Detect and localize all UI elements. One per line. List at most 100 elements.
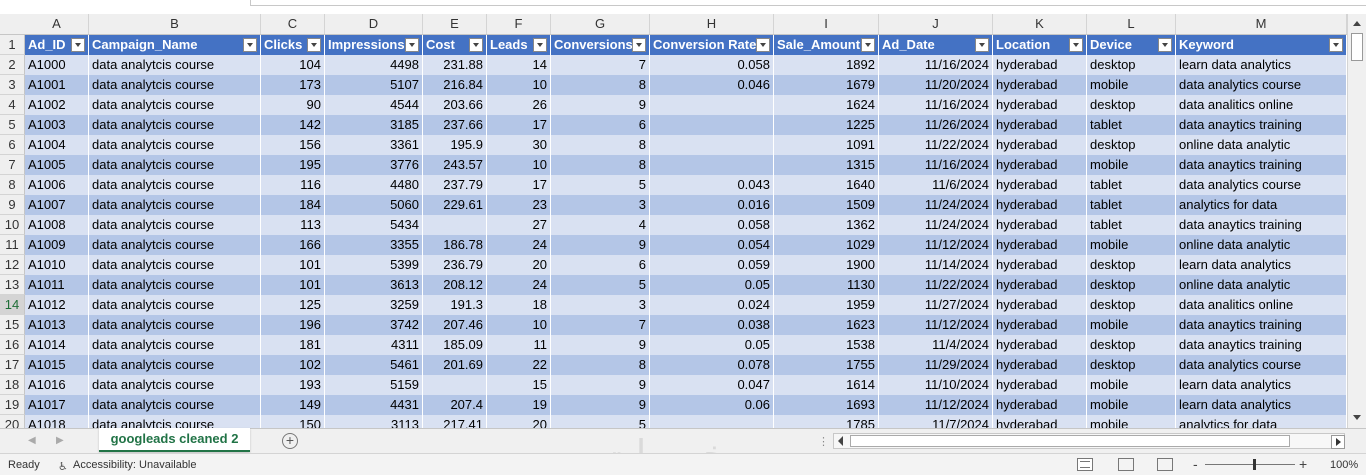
table-cell[interactable]: desktop	[1087, 355, 1176, 375]
table-cell[interactable]: 11/14/2024	[879, 255, 993, 275]
table-cell[interactable]: hyderabad	[993, 55, 1087, 75]
filter-dropdown-icon[interactable]	[533, 38, 547, 52]
scroll-up-arrow-icon[interactable]	[1349, 16, 1365, 32]
table-cell[interactable]: 30	[487, 135, 551, 155]
row-header[interactable]: 15	[0, 315, 25, 335]
table-cell[interactable]: 1362	[774, 215, 879, 235]
table-cell[interactable]: 11/16/2024	[879, 95, 993, 115]
table-cell[interactable]: 104	[261, 55, 325, 75]
table-cell[interactable]: 4498	[325, 55, 423, 75]
table-cell[interactable]: 208.12	[423, 275, 487, 295]
table-cell[interactable]: 116	[261, 175, 325, 195]
tab-scroll-right-icon[interactable]: ▶	[56, 435, 64, 446]
table-cell[interactable]: 6	[551, 255, 650, 275]
table-cell[interactable]: data analytcis course	[89, 135, 261, 155]
table-cell[interactable]: 17	[487, 175, 551, 195]
scroll-down-arrow-icon[interactable]	[1349, 410, 1365, 426]
table-cell[interactable]: 1225	[774, 115, 879, 135]
table-cell[interactable]: A1007	[25, 195, 89, 215]
table-cell[interactable]: 0.058	[650, 55, 774, 75]
table-cell[interactable]: data analytcis course	[89, 195, 261, 215]
table-cell[interactable]: 4	[551, 215, 650, 235]
table-cell[interactable]: hyderabad	[993, 155, 1087, 175]
table-cell[interactable]: 217.41	[423, 415, 487, 428]
table-cell[interactable]: mobile	[1087, 235, 1176, 255]
column-header-a[interactable]: A	[25, 14, 89, 34]
table-cell[interactable]: 0.038	[650, 315, 774, 335]
table-cell[interactable]: data analytcis course	[89, 95, 261, 115]
table-cell[interactable]: 0.05	[650, 275, 774, 295]
table-cell[interactable]: mobile	[1087, 155, 1176, 175]
table-cell[interactable]: 3613	[325, 275, 423, 295]
table-cell[interactable]: hyderabad	[993, 215, 1087, 235]
table-cell[interactable]: data analytcis course	[89, 55, 261, 75]
table-header-cell[interactable]: Ad_ID	[25, 35, 89, 55]
table-cell[interactable]: 5	[551, 175, 650, 195]
table-cell[interactable]: 191.3	[423, 295, 487, 315]
table-cell[interactable]: A1015	[25, 355, 89, 375]
table-cell[interactable]: 195.9	[423, 135, 487, 155]
column-header-h[interactable]: H	[650, 14, 774, 34]
table-cell[interactable]: data analytcis course	[89, 215, 261, 235]
table-cell[interactable]: 8	[551, 75, 650, 95]
table-cell[interactable]: 101	[261, 255, 325, 275]
filter-dropdown-icon[interactable]	[71, 38, 85, 52]
table-header-cell[interactable]: Leads	[487, 35, 551, 55]
table-cell[interactable]: data anaytics training	[1176, 335, 1347, 355]
table-cell[interactable]: 229.61	[423, 195, 487, 215]
table-cell[interactable]: 27	[487, 215, 551, 235]
table-header-cell[interactable]: Sale_Amount	[774, 35, 879, 55]
table-cell[interactable]: mobile	[1087, 395, 1176, 415]
table-cell[interactable]: 4431	[325, 395, 423, 415]
table-cell[interactable]: desktop	[1087, 335, 1176, 355]
filter-dropdown-icon[interactable]	[1329, 38, 1343, 52]
table-cell[interactable]: 1509	[774, 195, 879, 215]
table-cell[interactable]	[423, 375, 487, 395]
table-cell[interactable]: 3113	[325, 415, 423, 428]
table-cell[interactable]: 11/12/2024	[879, 395, 993, 415]
filter-dropdown-icon[interactable]	[632, 38, 646, 52]
table-cell[interactable]: 3776	[325, 155, 423, 175]
table-cell[interactable]: 5399	[325, 255, 423, 275]
page-break-view-button[interactable]	[1157, 458, 1173, 471]
table-cell[interactable]: 4544	[325, 95, 423, 115]
table-cell[interactable]: A1003	[25, 115, 89, 135]
row-header[interactable]: 5	[0, 115, 25, 135]
table-cell[interactable]: 186.78	[423, 235, 487, 255]
table-cell[interactable]: 15	[487, 375, 551, 395]
table-cell[interactable]: mobile	[1087, 375, 1176, 395]
table-header-cell[interactable]: Keyword	[1176, 35, 1347, 55]
scroll-right-arrow-icon[interactable]	[1331, 435, 1345, 449]
table-cell[interactable]: 0.058	[650, 215, 774, 235]
table-cell[interactable]: 1538	[774, 335, 879, 355]
table-cell[interactable]: data analytcis course	[89, 115, 261, 135]
table-cell[interactable]: 0.046	[650, 75, 774, 95]
table-cell[interactable]: 11/22/2024	[879, 275, 993, 295]
table-cell[interactable]: data analytcis course	[89, 335, 261, 355]
table-cell[interactable]: mobile	[1087, 415, 1176, 428]
table-cell[interactable]	[650, 415, 774, 428]
table-cell[interactable]: 181	[261, 335, 325, 355]
filter-dropdown-icon[interactable]	[307, 38, 321, 52]
table-cell[interactable]: desktop	[1087, 135, 1176, 155]
table-cell[interactable]: 10	[487, 315, 551, 335]
table-cell[interactable]: 3742	[325, 315, 423, 335]
table-cell[interactable]: 9	[551, 95, 650, 115]
table-cell[interactable]: analytics for data	[1176, 195, 1347, 215]
table-cell[interactable]: 11/10/2024	[879, 375, 993, 395]
table-cell[interactable]: data anaytics training	[1176, 315, 1347, 335]
table-cell[interactable]: 3	[551, 195, 650, 215]
vertical-scroll-thumb[interactable]	[1351, 33, 1363, 61]
table-cell[interactable]: 1130	[774, 275, 879, 295]
table-cell[interactable]: 237.66	[423, 115, 487, 135]
table-cell[interactable]: 216.84	[423, 75, 487, 95]
formula-bar-input[interactable]	[250, 0, 1366, 6]
column-header-i[interactable]: I	[774, 14, 879, 34]
table-cell[interactable]: 8	[551, 355, 650, 375]
table-cell[interactable]: A1001	[25, 75, 89, 95]
table-cell[interactable]: 18	[487, 295, 551, 315]
row-header[interactable]: 1	[0, 35, 25, 55]
table-cell[interactable]: 102	[261, 355, 325, 375]
filter-dropdown-icon[interactable]	[861, 38, 875, 52]
row-header[interactable]: 3	[0, 75, 25, 95]
